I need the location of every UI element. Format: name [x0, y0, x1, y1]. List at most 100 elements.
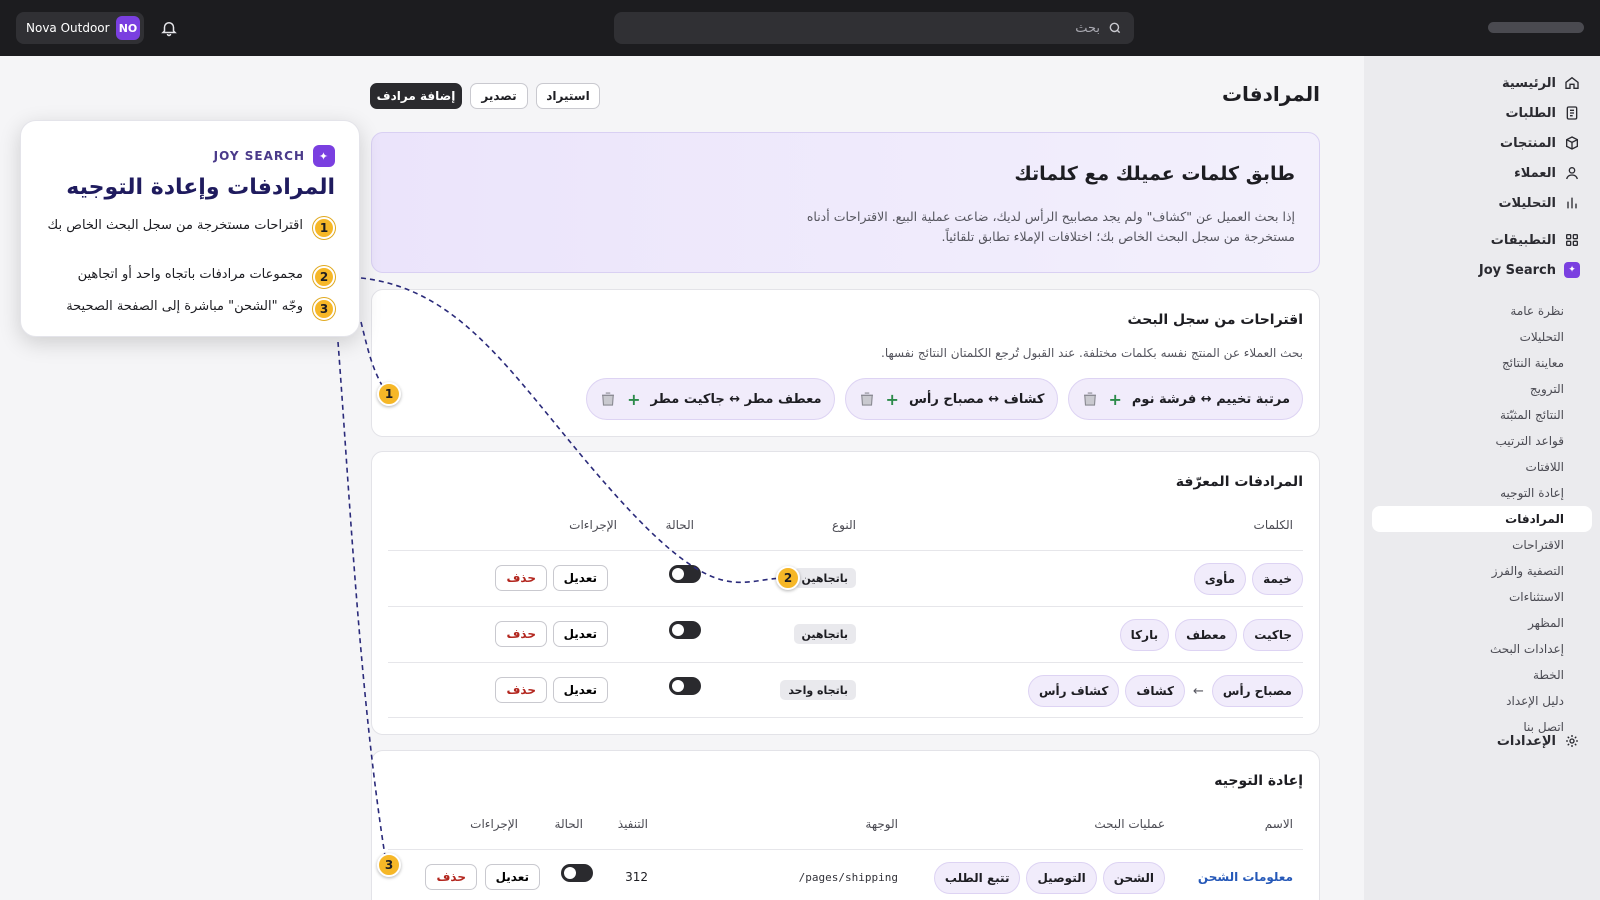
delete-button[interactable]: حذف	[495, 621, 547, 647]
step-marker-2: 2	[776, 566, 800, 590]
sidebar-item-analytics[interactable]: التحليلات	[1372, 188, 1584, 218]
status-toggle[interactable]	[669, 677, 701, 695]
sidebar-subitem[interactable]: دليل الإعداد	[1372, 688, 1564, 714]
sidebar-subitem[interactable]: نظرة عامة	[1372, 298, 1564, 324]
search-term-chip: تتبع الطلب	[933, 862, 1021, 894]
word-chip: كشاف	[1125, 675, 1186, 707]
page-title: المرادفات	[1221, 82, 1320, 106]
step-marker-3: 3	[377, 853, 401, 877]
trash-icon[interactable]	[858, 390, 876, 408]
trash-icon[interactable]	[1081, 390, 1099, 408]
store-switcher[interactable]: Nova Outdoor NO	[16, 12, 144, 44]
type-badge: باتجاهين	[793, 624, 856, 644]
apps-grid-icon	[1566, 234, 1578, 246]
sidebar-subitem[interactable]: إعادة التوجيه	[1372, 480, 1564, 506]
sidebar-subitem[interactable]: النتائج المثبّتة	[1372, 402, 1564, 428]
hero-title: طابق كلمات عميلك مع كلماتك	[1014, 163, 1295, 185]
step-number: 3	[313, 298, 335, 320]
status-toggle[interactable]	[669, 621, 701, 639]
sidebar-subitem[interactable]: إعدادات البحث	[1372, 636, 1564, 662]
synonyms-table: الكلمات النوع الحالة الإجراءات خيمة مأوى…	[388, 512, 1303, 722]
suggestion-text: كشاف ↔ مصباح رأس	[908, 391, 1045, 407]
bell-icon[interactable]	[160, 19, 178, 37]
redirects-title: إعادة التوجيه	[1214, 773, 1303, 789]
edit-button[interactable]: تعديل	[552, 565, 608, 591]
suggestions-title: اقتراحات من سجل البحث	[1127, 312, 1303, 328]
arrow-left-icon: ←	[1193, 683, 1204, 699]
suggestion-chip: كشاف ↔ مصباح رأس +	[844, 378, 1058, 420]
add-synonym-button[interactable]: إضافة مرادف	[370, 83, 462, 109]
top-bar: Nova Outdoor NO	[0, 0, 1600, 56]
search-term-chip: الشحن	[1102, 862, 1165, 894]
redirect-name-link[interactable]: معلومات الشحن	[1198, 870, 1293, 884]
sidebar-subitem[interactable]: قواعد الترتيب	[1372, 428, 1564, 454]
accept-icon[interactable]: +	[627, 390, 640, 409]
word-chip: معطف	[1175, 619, 1238, 651]
synonym-words: مصباح رأس ← كشاف كشاف رأس	[1027, 675, 1303, 707]
search-term-chip: التوصيل	[1026, 862, 1097, 894]
edit-button[interactable]: تعديل	[484, 864, 540, 890]
sidebar-subitem[interactable]: الخطة	[1372, 662, 1564, 688]
search-bar[interactable]	[614, 12, 1134, 44]
import-button[interactable]: استيراد	[536, 83, 600, 109]
sidebar-item-customers[interactable]: العملاء	[1372, 158, 1584, 188]
suggestion-chip: مرتبة تخييم ↔ فرشة نوم +	[1067, 378, 1303, 420]
synonyms-card: المرادفات المعرّفة الكلمات النوع الحالة …	[371, 451, 1320, 735]
sidebar-item-home[interactable]: الرئيسية	[1372, 68, 1584, 98]
synonym-words: خيمة مأوى	[1193, 563, 1303, 595]
word-chip: كشاف رأس	[1027, 675, 1120, 707]
sidebar-subitem[interactable]: معاينة النتائج	[1372, 350, 1564, 376]
suggestion-text: مرتبة تخييم ↔ فرشة نوم	[1131, 391, 1290, 407]
trash-icon[interactable]	[599, 390, 617, 408]
sidebar-item-apps[interactable]: التطبيقات	[1372, 225, 1584, 255]
suggestion-text: معطف مطر ↔ جاكيت مطر	[650, 391, 822, 407]
hero-text: إذا بحث العميل عن "كشاف" ولم يجد مصابيح …	[806, 209, 1295, 244]
search-input[interactable]	[626, 20, 1100, 36]
store-name: Nova Outdoor	[26, 21, 110, 35]
delete-button[interactable]: حذف	[495, 677, 547, 703]
redirect-searches: الشحن التوصيل تتبع الطلب	[933, 862, 1165, 894]
accept-icon[interactable]: +	[1109, 390, 1122, 409]
status-toggle[interactable]	[561, 864, 593, 882]
export-button[interactable]: تصدير	[470, 83, 528, 109]
home-icon	[1565, 76, 1579, 89]
sidebar-item-joy-search[interactable]: ✦ Joy Search	[1372, 255, 1584, 285]
redirect-destination: /pages/shipping	[798, 871, 898, 884]
callout-brand-text: JOY SEARCH	[213, 149, 305, 163]
edit-button[interactable]: تعديل	[552, 677, 608, 703]
sidebar-subitem[interactable]: اللافتات	[1372, 454, 1564, 480]
edit-button[interactable]: تعديل	[552, 621, 608, 647]
word-chip: جاكيت	[1243, 619, 1303, 651]
col-header-hits: التنفيذ	[617, 817, 648, 831]
step-number: 1	[313, 217, 335, 239]
sidebar-subitem[interactable]: المظهر	[1372, 610, 1564, 636]
sidebar-subitem[interactable]: الترويج	[1372, 376, 1564, 402]
type-badge: باتجاه واحد	[780, 680, 856, 700]
col-header-status: الحالة	[554, 817, 583, 831]
bar-chart-icon	[1567, 197, 1577, 209]
table-row: مصباح رأس ← كشاف كشاف رأس باتجاه واحد تع…	[388, 662, 1303, 718]
suggestions-card: اقتراحات من سجل البحث بحث العملاء عن الم…	[371, 289, 1320, 437]
sidebar-item-label: الإعدادات	[1496, 733, 1556, 749]
user-menu-placeholder[interactable]	[1488, 22, 1584, 33]
col-header-status: الحالة	[665, 518, 694, 532]
sidebar-item-products[interactable]: المنتجات	[1372, 128, 1584, 158]
store-avatar: NO	[116, 16, 140, 40]
sidebar-subitem[interactable]: التصفية والفرز	[1372, 558, 1564, 584]
sidebar-subitem[interactable]: الاستثناءات	[1372, 584, 1564, 610]
sidebar-item-settings[interactable]: الإعدادات	[1372, 726, 1584, 756]
sidebar-item-orders[interactable]: الطلبات	[1372, 98, 1584, 128]
step-marker-1: 1	[377, 382, 401, 406]
sidebar-item-label: الرئيسية	[1501, 75, 1556, 91]
delete-button[interactable]: حذف	[425, 864, 477, 890]
sidebar-subitem[interactable]: المرادفات	[1372, 506, 1592, 532]
sidebar-subitem[interactable]: التحليلات	[1372, 324, 1564, 350]
accept-icon[interactable]: +	[886, 390, 899, 409]
word-chip: باركا	[1119, 619, 1170, 651]
status-toggle[interactable]	[669, 565, 701, 583]
suggestion-chip: معطف مطر ↔ جاكيت مطر +	[586, 378, 835, 420]
delete-button[interactable]: حذف	[495, 565, 547, 591]
callout-step: 1 اقتراحات مستخرجة من سجل البحث الخاص بك	[41, 217, 335, 239]
sidebar-subitem[interactable]: الاقتراحات	[1372, 532, 1564, 558]
sidebar-item-label: التطبيقات	[1490, 232, 1556, 248]
